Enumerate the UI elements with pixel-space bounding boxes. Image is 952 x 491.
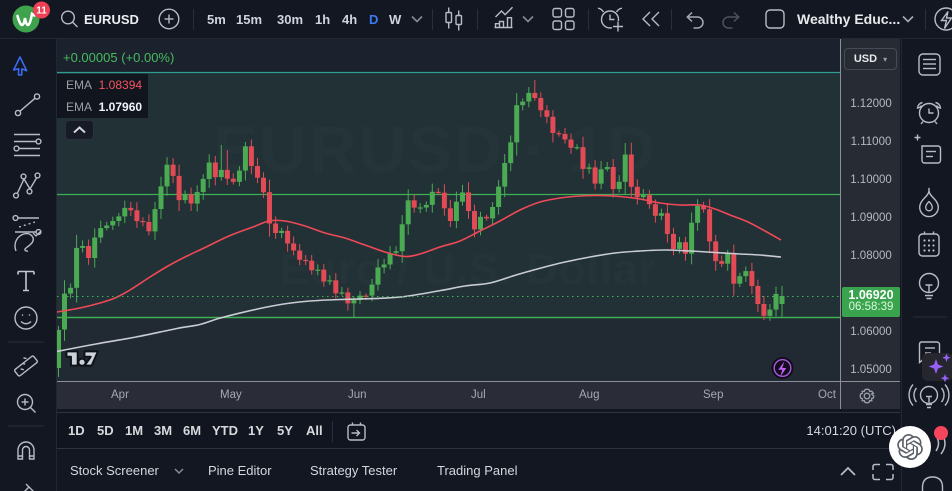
svg-text:11: 11	[36, 6, 47, 17]
svg-text:EURUSD · 1D: EURUSD · 1D	[213, 112, 657, 186]
